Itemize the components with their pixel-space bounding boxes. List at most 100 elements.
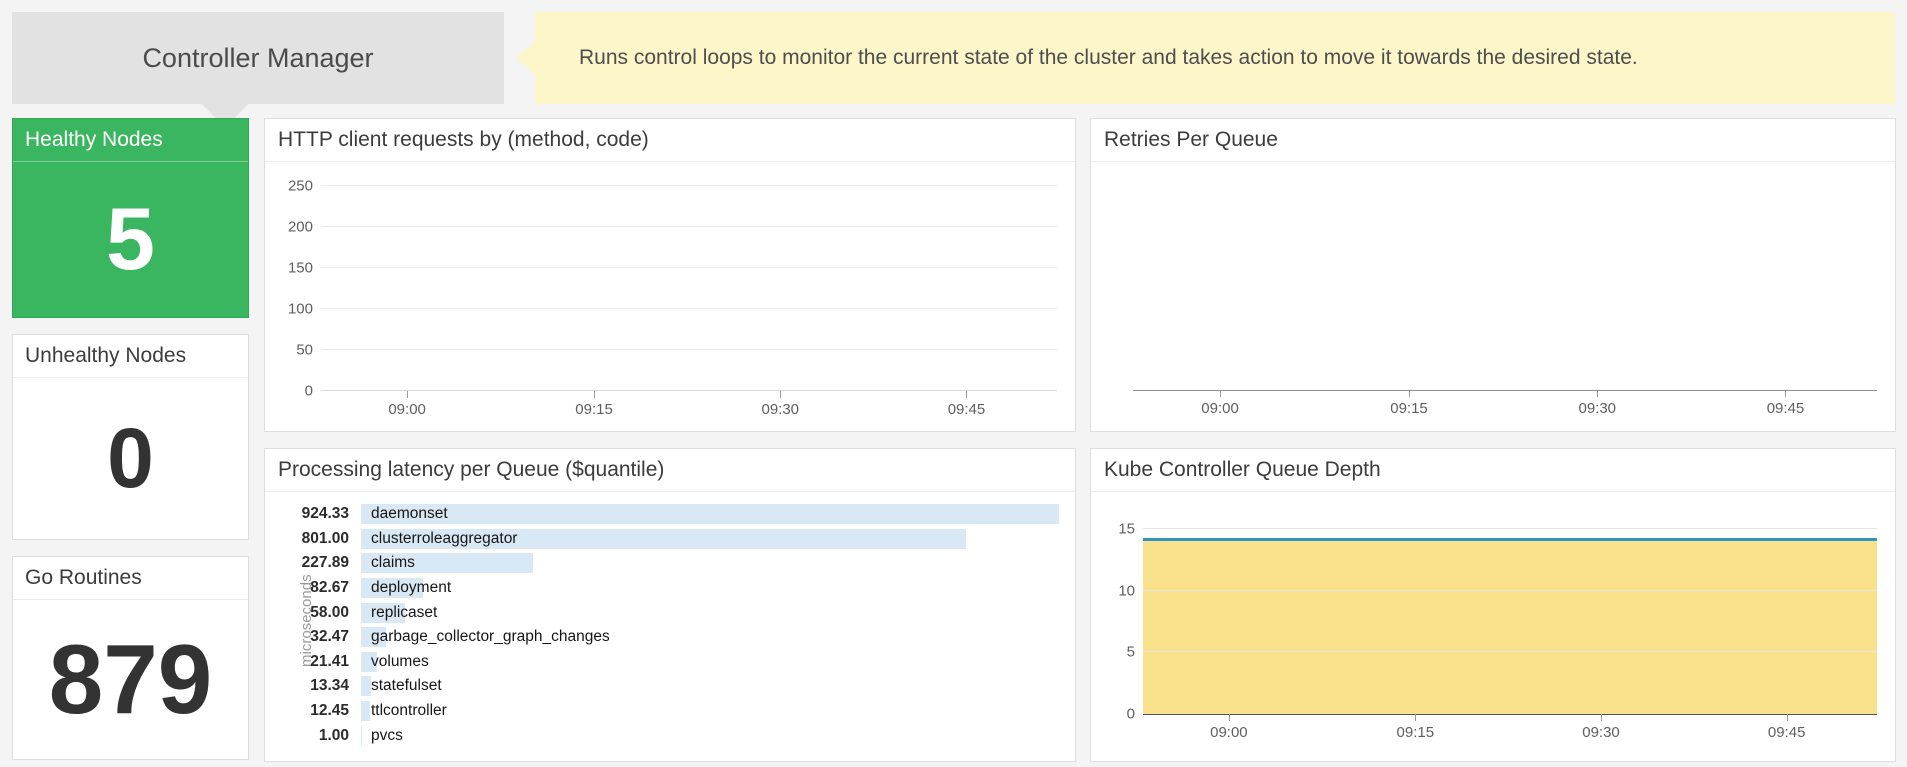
latency-value: 1.00 [277, 727, 349, 745]
latency-queue-label: replicaset [371, 604, 437, 622]
latency-value: 12.45 [277, 702, 349, 720]
dashboard-title: Controller Manager [142, 43, 373, 74]
panel-title-healthy-nodes[interactable]: Healthy Nodes [13, 119, 248, 162]
panel-go-routines: Go Routines 879 [12, 556, 249, 760]
healthy-nodes-value: 5 [13, 161, 248, 317]
y-tick-label: 15 [1118, 520, 1135, 537]
y-tick-label: 100 [288, 300, 313, 317]
y-tick-label: 0 [305, 383, 313, 400]
x-tick-label: 09:00 [1210, 724, 1248, 741]
latency-queue-label: deployment [371, 579, 451, 597]
latency-row[interactable]: 21.41 volumes [277, 650, 1059, 675]
latency-queue-label: pvcs [371, 727, 403, 745]
latency-bar-area: daemonset [361, 504, 1059, 524]
latency-value: 801.00 [277, 530, 349, 548]
latency-value: 32.47 [277, 628, 349, 646]
latency-row[interactable]: 227.89 claims [277, 551, 1059, 576]
gridline [321, 185, 1057, 186]
panel-kube-controller-queue-depth: Kube Controller Queue Depth 05101509:000… [1090, 448, 1896, 762]
latency-row[interactable]: 58.00 replicaset [277, 600, 1059, 625]
y-tick-label: 150 [288, 259, 313, 276]
panel-title-kube-controller-queue-depth[interactable]: Kube Controller Queue Depth [1091, 449, 1895, 492]
latency-row[interactable]: 1.00 pvcs [277, 723, 1059, 748]
x-tick [1601, 714, 1602, 721]
latency-value: 227.89 [277, 554, 349, 572]
latency-bar [361, 726, 362, 746]
latency-queue-label: statefulset [371, 677, 442, 695]
x-tick [594, 391, 595, 398]
panel-title-retries-per-queue[interactable]: Retries Per Queue [1091, 119, 1895, 162]
latency-row[interactable]: 13.34 statefulset [277, 674, 1059, 699]
latency-value: 924.33 [277, 505, 349, 523]
stacked-bars [321, 179, 1057, 391]
x-tick [1409, 390, 1410, 397]
x-tick-label: 09:00 [388, 401, 426, 418]
panel-title-go-routines[interactable]: Go Routines [13, 557, 248, 600]
latency-bar-area: garbage_collector_graph_changes [361, 627, 1059, 647]
x-tick-label: 09:00 [1201, 400, 1239, 417]
x-tick [1229, 714, 1230, 721]
latency-queue-label: daemonset [371, 505, 448, 523]
latency-value: 21.41 [277, 653, 349, 671]
x-tick-label: 09:30 [1578, 400, 1616, 417]
latency-value: 82.67 [277, 579, 349, 597]
queue-depth-chart[interactable]: 05101509:0009:1509:3009:45 [1143, 509, 1877, 715]
x-tick [1597, 390, 1598, 397]
x-tick-label: 09:30 [761, 401, 799, 418]
gridline [1143, 528, 1877, 529]
y-tick-label: 10 [1118, 582, 1135, 599]
x-tick-label: 09:45 [1768, 724, 1806, 741]
panel-title-unhealthy-nodes[interactable]: Unhealthy Nodes [13, 335, 248, 378]
latency-bar-area: clusterroleaggregator [361, 529, 1059, 549]
panel-retries-per-queue: Retries Per Queue 09:0009:1509:3009:45 [1090, 118, 1896, 432]
latency-bar-area: volumes [361, 652, 1059, 672]
panel-title-http-client-requests[interactable]: HTTP client requests by (method, code) [265, 119, 1075, 162]
queue-depth-area [1143, 538, 1877, 714]
panel-title-processing-latency[interactable]: Processing latency per Queue ($quantile) [265, 449, 1075, 492]
unhealthy-nodes-value: 0 [13, 377, 248, 539]
latency-row[interactable]: 82.67 deployment [277, 576, 1059, 601]
latency-bar [361, 676, 371, 696]
y-tick-label: 200 [288, 218, 313, 235]
latency-bar-area: ttlcontroller [361, 701, 1059, 721]
x-tick-label: 09:30 [1582, 724, 1620, 741]
x-tick-label: 09:45 [948, 401, 986, 418]
y-tick-label: 250 [288, 177, 313, 194]
latency-bar-area: claims [361, 553, 1059, 573]
y-tick-label: 5 [1127, 644, 1135, 661]
y-tick-label: 50 [296, 341, 313, 358]
panel-unhealthy-nodes: Unhealthy Nodes 0 [12, 334, 249, 540]
x-tick [407, 391, 408, 398]
dashboard: Controller Manager Runs control loops to… [0, 0, 1907, 767]
latency-value: 13.34 [277, 677, 349, 695]
retries-chart[interactable]: 09:0009:1509:3009:45 [1133, 179, 1877, 391]
latency-bar [361, 701, 370, 721]
panel-http-client-requests: HTTP client requests by (method, code) 0… [264, 118, 1076, 432]
latency-bar-area: replicaset [361, 603, 1059, 623]
latency-queue-label: clusterroleaggregator [371, 530, 517, 548]
latency-row[interactable]: 801.00 clusterroleaggregator [277, 527, 1059, 552]
latency-row[interactable]: 924.33 daemonset [277, 502, 1059, 527]
latency-bar-area: deployment [361, 578, 1059, 598]
latency-value: 58.00 [277, 604, 349, 622]
latency-row[interactable]: 32.47 garbage_collector_graph_changes [277, 625, 1059, 650]
x-tick-label: 09:15 [575, 401, 613, 418]
description-note-text: Runs control loops to monitor the curren… [579, 46, 1638, 70]
latency-bar [361, 504, 1059, 524]
note-speech-tail [516, 42, 535, 74]
dashboard-title-box: Controller Manager [12, 12, 504, 104]
http-requests-chart[interactable]: 05010015020025009:0009:1509:3009:45 [321, 179, 1057, 391]
x-tick-label: 09:15 [1390, 400, 1428, 417]
latency-queue-label: garbage_collector_graph_changes [371, 628, 610, 646]
description-note-box: Runs control loops to monitor the curren… [535, 12, 1895, 104]
x-tick [780, 391, 781, 398]
x-tick-label: 09:15 [1397, 724, 1435, 741]
latency-queue-label: ttlcontroller [371, 702, 447, 720]
gridline [321, 308, 1057, 309]
latency-row[interactable]: 12.45 ttlcontroller [277, 699, 1059, 724]
latency-queue-label: claims [371, 554, 415, 572]
x-tick [1785, 390, 1786, 397]
latency-bar-area: statefulset [361, 676, 1059, 696]
latency-bars[interactable]: 924.33 daemonset 801.00 clusterroleaggregat… [277, 502, 1059, 748]
x-tick-label: 09:45 [1767, 400, 1805, 417]
